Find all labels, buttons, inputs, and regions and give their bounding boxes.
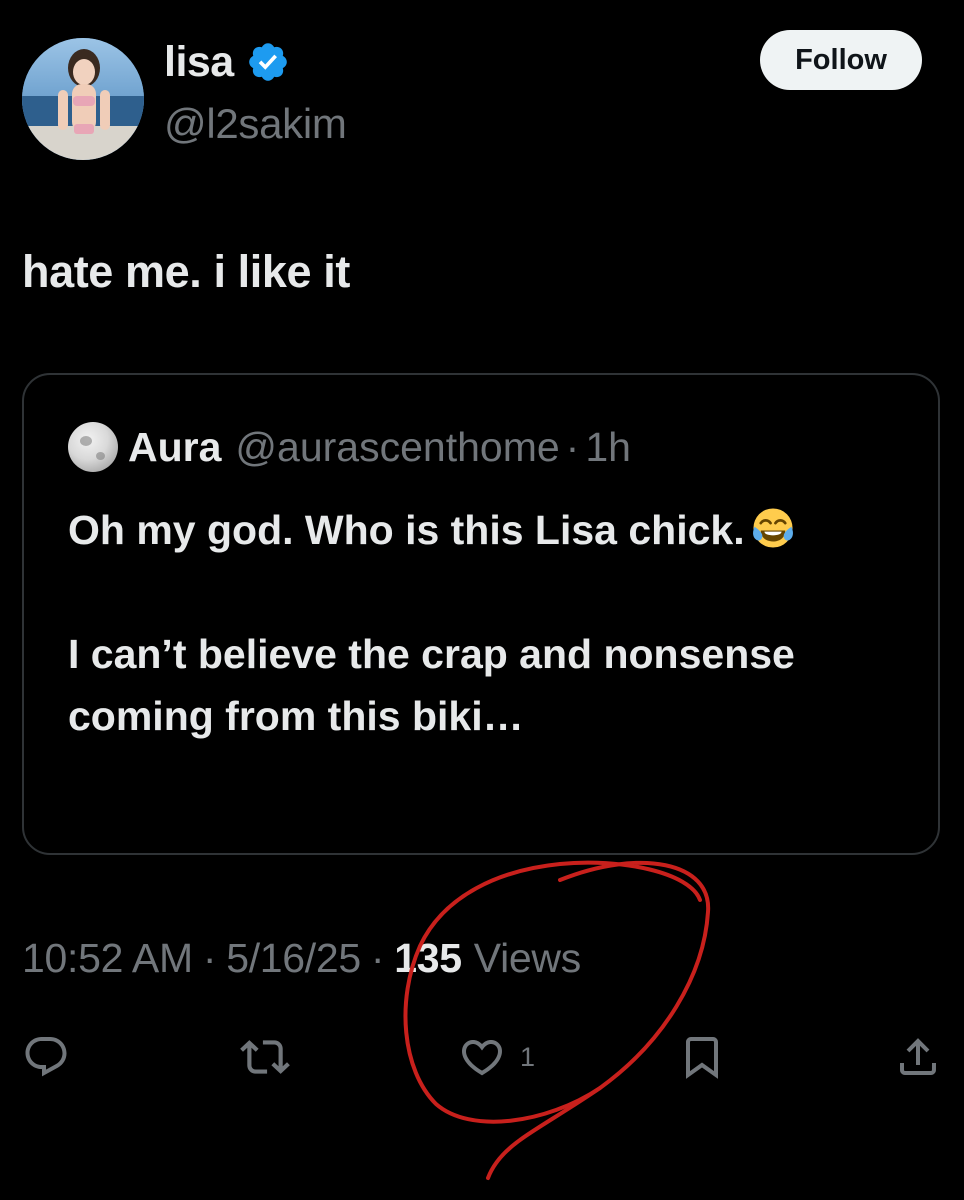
quoted-tweet-text: Oh my god. Who is this Lisa chick. I can… [68, 499, 908, 747]
quoted-tweet-header: Aura @aurascenthome · 1h [68, 419, 631, 475]
quote-author-avatar[interactable] [68, 422, 118, 472]
share-button[interactable] [894, 1032, 942, 1082]
quoted-tweet-card[interactable]: Aura @aurascenthome · 1h Oh my god. Who … [22, 373, 940, 855]
author-avatar[interactable] [22, 38, 144, 160]
tweet-text: hate me. i like it [22, 246, 350, 297]
author-handle[interactable]: @l2sakim [164, 100, 347, 148]
avatar-image [22, 38, 144, 160]
reply-icon [25, 1037, 67, 1077]
quote-author-name[interactable]: Aura [128, 424, 221, 471]
face-with-tears-of-joy-icon [752, 508, 793, 548]
quote-author-handle[interactable]: @aurascenthome [235, 424, 559, 471]
tweet-meta: 10:52 AM · 5/16/25 · 135 Views [22, 928, 581, 988]
bookmark-button[interactable] [678, 1032, 726, 1082]
author-name-row[interactable]: lisa [164, 34, 290, 90]
meta-separator: · [370, 934, 385, 981]
tweet-time[interactable]: 10:52 AM [22, 935, 193, 982]
quote-paragraph-1: Oh my god. Who is this Lisa chick. [68, 499, 908, 561]
retweet-icon [240, 1040, 290, 1074]
meta-separator: · [202, 934, 217, 981]
quote-timestamp[interactable]: 1h [585, 424, 631, 471]
quote-separator: · [565, 423, 580, 470]
views-count[interactable]: 135 [394, 935, 462, 982]
views-label[interactable]: Views [474, 935, 581, 982]
like-count: 1 [520, 1041, 536, 1072]
follow-button[interactable]: Follow [760, 30, 922, 90]
verified-badge-icon [248, 43, 287, 81]
quote-line-1: Oh my god. Who is this Lisa chick. [68, 507, 745, 553]
author-name[interactable]: lisa [164, 38, 234, 87]
tweet-date[interactable]: 5/16/25 [226, 935, 361, 982]
tweet: lisa @l2sakim Follow hate me. i like it … [0, 0, 964, 1200]
retweet-button[interactable] [240, 1032, 290, 1082]
share-icon [900, 1038, 936, 1075]
heart-icon [461, 1040, 503, 1076]
like-button[interactable]: 1 [458, 1032, 535, 1082]
reply-button[interactable] [22, 1032, 70, 1082]
action-bar: 1 [0, 1022, 964, 1092]
quote-paragraph-2: I can’t believe the crap and nonsense co… [68, 631, 795, 739]
bookmark-icon [686, 1037, 718, 1079]
